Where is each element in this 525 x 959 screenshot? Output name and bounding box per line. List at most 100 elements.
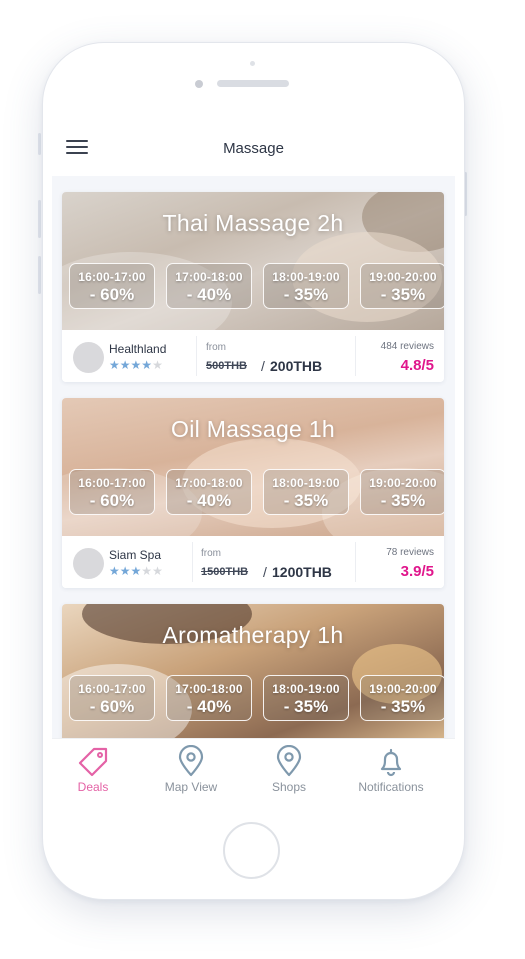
new-price: 200THB <box>270 358 323 374</box>
deal-title: Aromatherapy 1h <box>162 622 344 648</box>
volume-down-button <box>38 256 41 294</box>
tab-label: Notifications <box>358 780 424 794</box>
review-count: 484 reviews <box>380 341 434 352</box>
star-filled-icon: ★ <box>141 358 153 372</box>
home-button[interactable] <box>223 822 280 879</box>
star-empty-icon: ★ <box>141 564 153 578</box>
star-empty-icon: ★ <box>152 564 163 578</box>
page-title: Massage <box>223 140 284 157</box>
time-slot[interactable]: 16:00-17:00- 60% <box>69 469 155 515</box>
star-filled-icon: ★ <box>109 358 120 372</box>
slot-discount: - 35% <box>283 285 329 304</box>
review-count: 78 reviews <box>386 547 434 558</box>
mute-switch <box>38 133 41 155</box>
slot-time: 19:00-20:00 <box>369 682 437 696</box>
shop-name[interactable]: Healthland <box>109 342 166 356</box>
tab-notifications[interactable]: Notifications <box>345 745 437 801</box>
tag-icon <box>78 747 108 777</box>
deal-title: Oil Massage 1h <box>171 416 335 442</box>
price-separator: / <box>261 358 265 374</box>
slot-discount: - 60% <box>89 491 135 510</box>
time-slot[interactable]: 17:00-18:00- 40% <box>166 469 252 515</box>
time-slot[interactable]: 16:00-17:00- 60% <box>69 263 155 309</box>
shop-avatar <box>73 342 104 373</box>
from-label: from <box>201 548 221 559</box>
map-pin-icon <box>276 745 302 777</box>
new-price: 1200THB <box>272 564 332 580</box>
slot-discount: - 35% <box>380 285 426 304</box>
old-price: 1500THB <box>201 566 249 578</box>
top-navbar: Massage <box>52 118 455 176</box>
proximity-sensor <box>250 61 255 66</box>
app-screen: Massage Thai Massage 2h 16:00-17:00- 60%… <box>52 118 455 805</box>
time-slot[interactable]: 18:00-19:00- 35% <box>263 469 349 515</box>
slot-discount: - 35% <box>380 491 426 510</box>
deal-image: Oil Massage 1h 16:00-17:00- 60% 17:00-18… <box>62 398 444 536</box>
divider <box>355 336 356 376</box>
star-empty-icon: ★ <box>152 358 163 372</box>
slot-time: 19:00-20:00 <box>369 476 437 490</box>
deal-footer: Healthland ★★★★★ from 500THB / 200THB 48… <box>62 330 444 382</box>
slot-discount: - 35% <box>380 697 426 716</box>
slot-time: 17:00-18:00 <box>175 682 243 696</box>
deal-image: Aromatherapy 1h 16:00-17:00- 60% 17:00-1… <box>62 604 444 742</box>
star-filled-icon: ★ <box>119 564 131 578</box>
time-slot[interactable]: 19:00-20:00- 35% <box>360 263 444 309</box>
bottom-tab-bar: Deals Map View Shops Notifications <box>52 738 455 805</box>
slot-time: 16:00-17:00 <box>78 476 146 490</box>
star-rating: ★★★★★ <box>109 358 163 372</box>
map-pin-icon <box>178 745 204 777</box>
time-slot[interactable]: 17:00-18:00- 40% <box>166 675 252 721</box>
time-slot[interactable]: 16:00-17:00- 60% <box>69 675 155 721</box>
slot-discount: - 35% <box>283 491 329 510</box>
rating-score: 4.8/5 <box>400 357 434 374</box>
shop-avatar <box>73 548 104 579</box>
time-slot[interactable]: 19:00-20:00- 35% <box>360 675 444 721</box>
deal-card[interactable]: Oil Massage 1h 16:00-17:00- 60% 17:00-18… <box>62 398 444 588</box>
tab-label: Deals <box>77 780 109 794</box>
divider <box>196 336 197 376</box>
old-price: 500THB <box>206 360 247 372</box>
slot-discount: - 60% <box>89 285 135 304</box>
time-slot[interactable]: 19:00-20:00- 35% <box>360 469 444 515</box>
volume-up-button <box>38 200 41 238</box>
slot-discount: - 60% <box>89 697 135 716</box>
shop-name[interactable]: Siam Spa <box>109 548 161 562</box>
slot-time: 18:00-19:00 <box>272 476 340 490</box>
divider <box>355 542 356 582</box>
star-filled-icon: ★ <box>130 564 142 578</box>
time-slot[interactable]: 17:00-18:00- 40% <box>166 263 252 309</box>
tab-map-view[interactable]: Map View <box>146 745 236 801</box>
from-label: from <box>206 342 226 353</box>
star-filled-icon: ★ <box>109 564 120 578</box>
star-filled-icon: ★ <box>119 358 131 372</box>
slot-discount: - 40% <box>186 697 232 716</box>
slot-time: 17:00-18:00 <box>175 476 243 490</box>
deal-image: Thai Massage 2h 16:00-17:00- 60% 17:00-1… <box>62 192 444 330</box>
time-slot[interactable]: 18:00-19:00- 35% <box>263 263 349 309</box>
slot-discount: - 40% <box>186 285 232 304</box>
tab-deals[interactable]: Deals <box>52 745 138 801</box>
deal-footer: Siam Spa ★★★★★ from 1500THB / 1200THB 78… <box>62 536 444 588</box>
front-camera <box>195 80 203 88</box>
slot-time: 18:00-19:00 <box>272 270 340 284</box>
earpiece-speaker <box>217 80 289 87</box>
star-filled-icon: ★ <box>130 358 142 372</box>
slot-discount: - 35% <box>283 697 329 716</box>
slot-time: 19:00-20:00 <box>369 270 437 284</box>
slot-discount: - 40% <box>186 491 232 510</box>
slot-time: 16:00-17:00 <box>78 270 146 284</box>
divider <box>192 542 193 582</box>
bell-icon <box>380 748 402 777</box>
deal-card[interactable]: Thai Massage 2h 16:00-17:00- 60% 17:00-1… <box>62 192 444 382</box>
rating-score: 3.9/5 <box>400 563 434 580</box>
tab-label: Map View <box>164 780 218 794</box>
slot-time: 18:00-19:00 <box>272 682 340 696</box>
star-rating: ★★★★★ <box>109 564 163 578</box>
tab-shops[interactable]: Shops <box>244 745 334 801</box>
time-slot[interactable]: 18:00-19:00- 35% <box>263 675 349 721</box>
deal-title: Thai Massage 2h <box>162 210 344 236</box>
slot-time: 16:00-17:00 <box>78 682 146 696</box>
slot-time: 17:00-18:00 <box>175 270 243 284</box>
price-separator: / <box>263 564 267 580</box>
